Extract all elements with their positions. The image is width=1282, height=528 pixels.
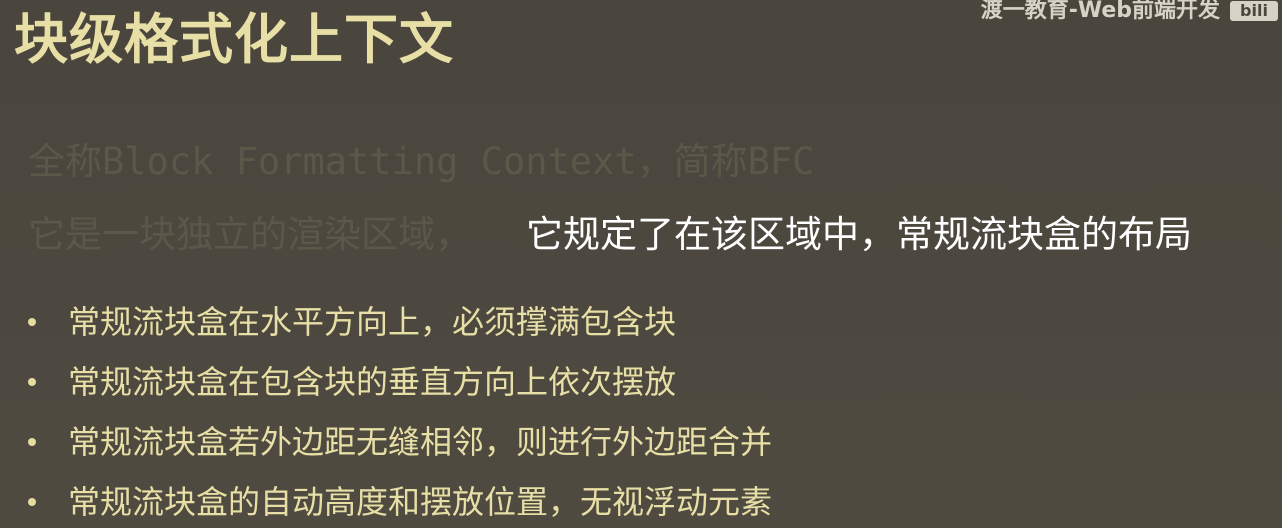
faded-definition-line: 全称Block Formatting Context，简称BFC bbox=[28, 140, 815, 183]
bullet-dot-icon bbox=[28, 318, 36, 326]
bullet-dot-icon bbox=[28, 438, 36, 446]
bullet-text: 常规流块盒在包含块的垂直方向上依次摆放 bbox=[68, 363, 677, 401]
bullet-item: 常规流块盒在包含块的垂直方向上依次摆放 bbox=[22, 352, 772, 412]
faded-description-line: 它是一块独立的渲染区域， bbox=[28, 213, 472, 256]
slide: 块级格式化上下文 渡一教育-Web前端开发 bili 全称Block Forma… bbox=[0, 0, 1282, 528]
bullet-item: 常规流块盒在水平方向上，必须撑满包含块 bbox=[22, 292, 772, 352]
watermark: 渡一教育-Web前端开发 bili bbox=[981, 0, 1278, 22]
slide-title: 块级格式化上下文 bbox=[14, 8, 454, 71]
bullet-item: 常规流块盒的自动高度和摆放位置，无视浮动元素 bbox=[22, 472, 772, 528]
bullet-text: 常规流块盒在水平方向上，必须撑满包含块 bbox=[68, 303, 677, 341]
watermark-text: 渡一教育-Web前端开发 bbox=[980, 0, 1220, 23]
bullet-list: 常规流块盒在水平方向上，必须撑满包含块 常规流块盒在包含块的垂直方向上依次摆放 … bbox=[22, 292, 772, 528]
bullet-text: 常规流块盒的自动高度和摆放位置，无视浮动元素 bbox=[68, 483, 773, 521]
highlight-text: 它规定了在该区域中，常规流块盒的布局 bbox=[526, 213, 1192, 256]
bilibili-logo-icon: bili bbox=[1230, 1, 1278, 21]
bullet-dot-icon bbox=[28, 498, 36, 506]
bullet-dot-icon bbox=[28, 378, 36, 386]
bullet-item: 常规流块盒若外边距无缝相邻，则进行外边距合并 bbox=[22, 412, 772, 472]
bullet-text: 常规流块盒若外边距无缝相邻，则进行外边距合并 bbox=[68, 423, 773, 461]
